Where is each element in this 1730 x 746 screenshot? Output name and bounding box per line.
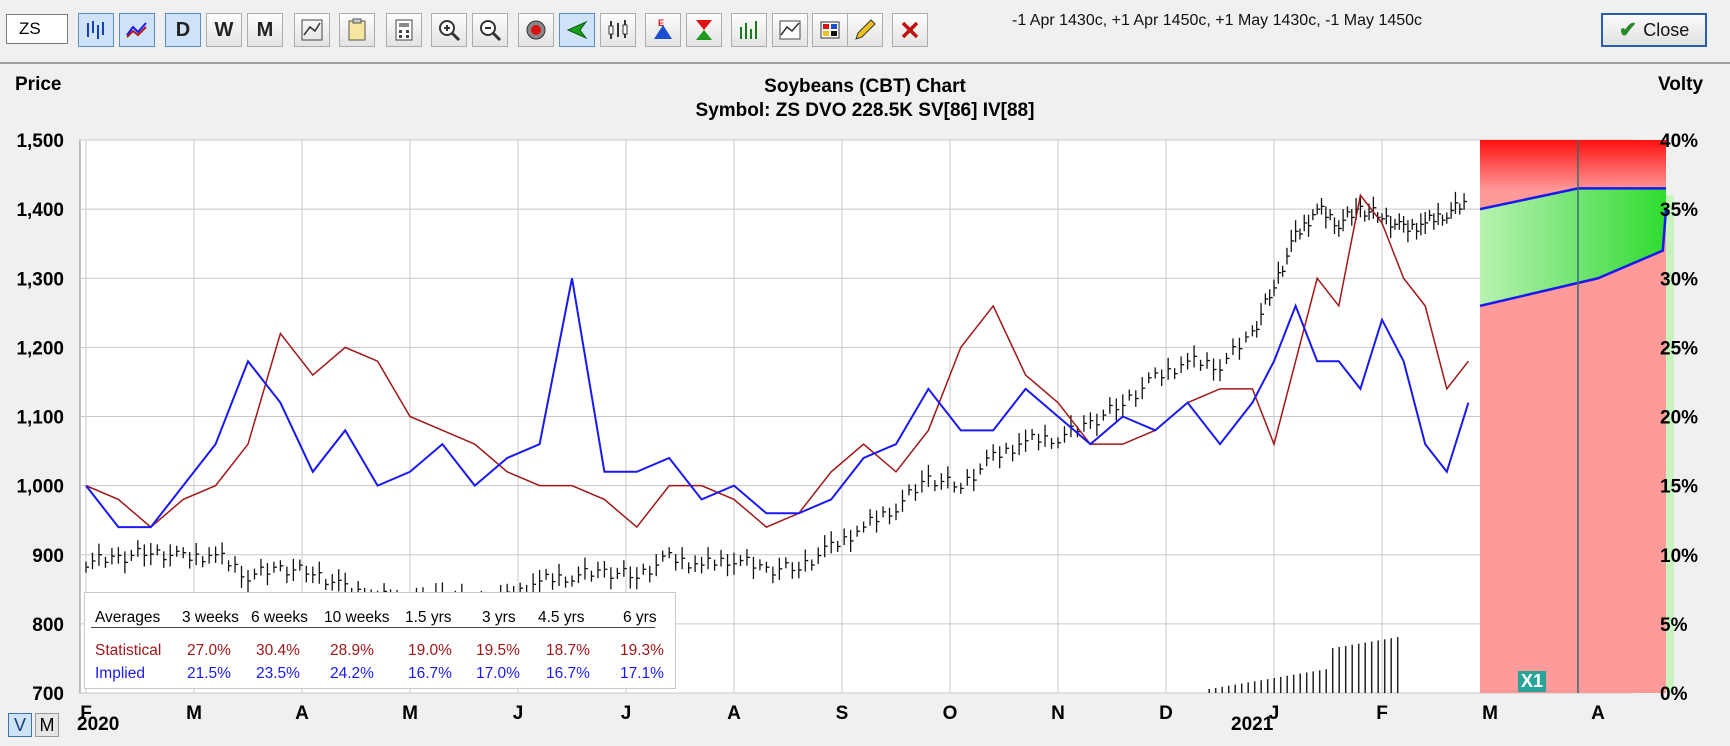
impl-cell: 21.5% — [187, 665, 231, 682]
header-divider — [91, 627, 655, 628]
header-cell: 3 weeks — [182, 609, 239, 626]
loss-peak-zone — [1480, 140, 1666, 190]
candles-icon[interactable] — [600, 13, 636, 47]
price-tick-label: 700 — [32, 684, 64, 705]
check-icon: ✔ — [1618, 17, 1638, 42]
stat-cell: 30.4% — [256, 642, 300, 659]
line-chart-icon[interactable] — [119, 13, 155, 47]
vol-tick-label: 15% — [1660, 477, 1698, 498]
month-tick-label: M — [402, 703, 418, 724]
implied-row: Implied 21.5% 23.5% 24.2% 16.7% 17.0% 16… — [85, 665, 675, 687]
stat-cell: 28.9% — [330, 642, 374, 659]
price-tick-label: 1,300 — [16, 269, 64, 290]
monthly-button[interactable]: M — [247, 13, 283, 47]
statistical-row: Statistical 27.0% 30.4% 28.9% 19.0% 19.5… — [85, 642, 675, 664]
toolbar: D W M E -1 Apr 1430c, +1 Apr 1 — [0, 0, 1730, 64]
header-cell: Averages — [95, 609, 161, 626]
vol-tick-label: 30% — [1660, 269, 1698, 290]
vol-tick-label: 40% — [1660, 131, 1698, 152]
stat-cell: 27.0% — [187, 642, 231, 659]
symbol-input[interactable] — [6, 14, 68, 44]
header-cell: 4.5 yrs — [538, 609, 585, 626]
close-label: Close — [1643, 19, 1690, 40]
header-cell: 6 weeks — [251, 609, 308, 626]
x1-marker[interactable]: X1 — [1518, 671, 1547, 692]
header-cell: 3 yrs — [482, 609, 516, 626]
hourglass-icon[interactable] — [686, 13, 722, 47]
price-tick-label: 1,000 — [16, 477, 64, 498]
impl-cell: 23.5% — [256, 665, 300, 682]
year-label-2020: 2020 — [77, 714, 120, 735]
stat-cell: 19.5% — [476, 642, 520, 659]
header-cell: 10 weeks — [324, 609, 390, 626]
impl-cell: 17.0% — [476, 665, 520, 682]
month-tick-label: A — [295, 703, 309, 724]
price-axis-ticks: 1,500 1,400 1,300 1,200 1,100 1,000 900 800 700 — [16, 131, 64, 705]
palette-icon[interactable] — [812, 13, 848, 47]
month-tick-label: M — [1482, 703, 1498, 724]
strategy-text: -1 Apr 1430c, +1 Apr 1450c, +1 May 1430c… — [1012, 12, 1423, 29]
implied-label: Implied — [95, 665, 145, 682]
chart-title: Soybeans (CBT) Chart — [764, 76, 966, 97]
vol-tick-label: 0% — [1660, 684, 1688, 705]
impl-cell: 16.7% — [546, 665, 590, 682]
price-tick-label: 800 — [32, 615, 64, 636]
month-tick-label: A — [727, 703, 741, 724]
volatility-chart-icon[interactable] — [772, 13, 808, 47]
target-icon[interactable] — [518, 13, 554, 47]
vol-axis-ticks: 40% 35% 30% 25% 20% 15% 10% 5% 0% — [1660, 131, 1698, 705]
view-v-button[interactable]: V — [8, 713, 32, 737]
chart-settings-icon[interactable] — [294, 13, 330, 47]
stat-cell: 19.3% — [620, 642, 664, 659]
price-tick-label: 900 — [32, 546, 64, 567]
statistical-label: Statistical — [95, 642, 162, 659]
chart-subtitle: Symbol: ZS DVO 228.5K SV[86] IV[88] — [695, 100, 1035, 121]
calculator-icon[interactable] — [386, 13, 422, 47]
bar-chart-icon[interactable] — [78, 13, 114, 47]
month-tick-label: A — [1591, 703, 1605, 724]
averages-table: Averages 3 weeks 6 weeks 10 weeks 1.5 yr… — [84, 592, 676, 689]
delete-icon[interactable] — [892, 13, 928, 47]
year-label-2021: 2021 — [1231, 714, 1274, 735]
daily-button[interactable]: D — [165, 13, 201, 47]
price-tick-label: 1,500 — [16, 131, 64, 152]
month-tick-label: D — [1159, 703, 1173, 724]
price-tick-label: 1,200 — [16, 338, 64, 359]
zoom-in-icon[interactable] — [431, 13, 467, 47]
month-ticks: FMAMJJASONDJFMA — [80, 703, 1605, 724]
month-tick-label: J — [621, 703, 632, 724]
stat-cell: 19.0% — [408, 642, 452, 659]
price-tick-label: 1,400 — [16, 200, 64, 221]
svg-text:E: E — [658, 18, 664, 28]
pencil-icon[interactable] — [847, 13, 883, 47]
impl-cell: 16.7% — [408, 665, 452, 682]
close-button[interactable]: ✔ Close — [1601, 13, 1707, 47]
impl-cell: 17.1% — [620, 665, 664, 682]
vol-tick-label: 20% — [1660, 408, 1698, 429]
vol-tick-label: 35% — [1660, 200, 1698, 221]
impl-cell: 24.2% — [330, 665, 374, 682]
projection-zone — [1479, 140, 1674, 694]
weekly-button[interactable]: W — [206, 13, 242, 47]
arrow-left-icon[interactable] — [559, 13, 595, 47]
clipboard-icon[interactable] — [339, 13, 375, 47]
month-tick-label: O — [943, 703, 958, 724]
month-tick-label: J — [513, 703, 524, 724]
volume-bars-icon[interactable] — [731, 13, 767, 47]
month-tick-label: F — [1376, 703, 1388, 724]
vol-tick-label: 5% — [1660, 615, 1688, 636]
vol-tick-label: 10% — [1660, 546, 1698, 567]
earnings-icon[interactable]: E — [645, 13, 681, 47]
vol-tick-label: 25% — [1660, 338, 1698, 359]
header-cell: 1.5 yrs — [405, 609, 452, 626]
month-tick-label: M — [186, 703, 202, 724]
header-cell: 6 yrs — [623, 609, 657, 626]
view-m-button[interactable]: M — [35, 713, 59, 737]
price-tick-label: 1,100 — [16, 408, 64, 429]
zoom-out-icon[interactable] — [472, 13, 508, 47]
stat-cell: 18.7% — [546, 642, 590, 659]
month-tick-label: N — [1051, 703, 1065, 724]
month-tick-label: S — [836, 703, 849, 724]
